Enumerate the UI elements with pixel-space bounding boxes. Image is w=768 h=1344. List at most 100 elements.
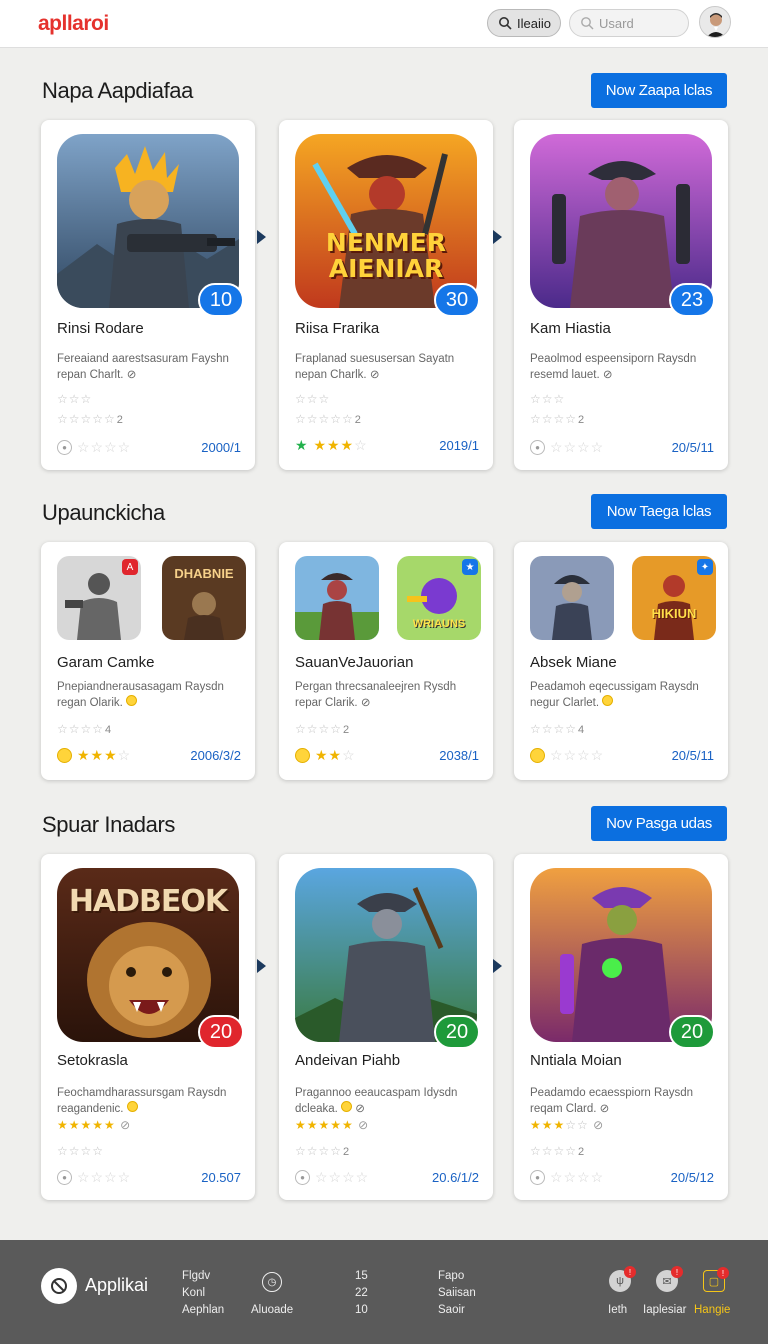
game-art xyxy=(57,134,239,308)
coin-icon xyxy=(57,747,72,763)
carousel-next-arrow[interactable] xyxy=(257,230,266,244)
game-description: Peaolmod espeensiporn Raysdn resemd laue… xyxy=(530,353,697,381)
card-meta-row: ★★☆ 2038/1 xyxy=(295,746,479,764)
coin-icon xyxy=(602,695,614,706)
game-card[interactable]: 20 Andeivan Piahb Pragannoo eeaucaspam I… xyxy=(279,854,493,1200)
footer-link[interactable]: Saiisan xyxy=(438,1285,476,1302)
score-badge: 23 xyxy=(669,283,715,317)
game-title: Rinsi Rodare xyxy=(57,320,144,337)
footer: Applikai Flgdv Konl Aephlan ◷ Aluoade 15… xyxy=(0,1240,768,1344)
star-rating: ☆☆☆☆2 xyxy=(530,1144,585,1158)
game-card[interactable]: 23 Kam Hiastia Peaolmod espeensiporn Ray… xyxy=(514,120,728,470)
section-more-button[interactable]: Nov Pasga udas xyxy=(591,806,727,841)
score-badge: 20 xyxy=(669,1015,715,1049)
card-meta-row: ● ☆☆☆☆ 20/5/11 xyxy=(530,438,714,456)
user-rating-stars: ★★☆ xyxy=(315,746,356,763)
release-year: 20/5/11 xyxy=(671,439,714,455)
game-card[interactable]: 20 Nntiala Moian Peadamdo ecaesspiorn Ra… xyxy=(514,854,728,1200)
game-title: Absek Miane xyxy=(530,654,617,671)
header-pill-button[interactable]: Ileaiio xyxy=(487,9,561,37)
star-rating: ☆☆☆☆☆2 xyxy=(295,412,361,426)
carousel-next-arrow[interactable] xyxy=(493,959,502,973)
chat-icon[interactable]: ✉! xyxy=(656,1266,683,1292)
footer-link[interactable]: Konl xyxy=(182,1285,224,1302)
footer-link[interactable]: Flgdv xyxy=(182,1268,224,1285)
link-icon: ⊘ xyxy=(126,369,137,381)
user-rating-stars: ☆☆☆☆ xyxy=(550,438,605,455)
game-thumbnail: DHABNIE xyxy=(162,556,246,640)
footer-links-col3: Fapo Saiisan Saoir xyxy=(438,1268,476,1319)
app-logo[interactable]: apllaroi xyxy=(38,12,109,36)
notification-dot: ! xyxy=(671,1266,683,1278)
game-card[interactable]: ✦ HIKIUN Absek Miane Peadamoh eqecussiga… xyxy=(514,542,728,780)
game-card[interactable]: HADBEOK 20 Setokrasla Feochamdharassursg… xyxy=(41,854,255,1200)
search-icon xyxy=(499,17,512,30)
star-rating: ☆☆☆☆2 xyxy=(295,722,350,736)
card-meta-row: ★ ★★★☆ 2019/1 xyxy=(295,436,479,454)
star-rating-small: ☆☆☆ xyxy=(295,392,331,406)
game-title: SauanVeJauorian xyxy=(295,654,414,671)
avatar[interactable] xyxy=(699,6,731,38)
footer-count: 22 xyxy=(355,1287,368,1299)
search-input[interactable]: Usard xyxy=(569,9,689,37)
game-art xyxy=(530,134,712,308)
footer-count: 10 xyxy=(355,1304,368,1316)
game-card[interactable]: 10 Rinsi Rodare Fereaiand aarestsasuram … xyxy=(41,120,255,470)
star-rating: ☆☆☆☆2 xyxy=(295,1144,350,1158)
star-rating-gold: ★★★☆☆ ⊘ xyxy=(530,1118,605,1132)
user-rating-stars: ★★★☆ xyxy=(77,746,132,763)
star-rating-small: ☆☆☆ xyxy=(530,392,566,406)
score-badge: 20 xyxy=(434,1015,480,1049)
link-icon: ⊘ xyxy=(602,369,613,381)
search-icon xyxy=(581,17,594,30)
game-card[interactable]: ★ WRIAUNS SauanVeJauorian Pergan threcsa… xyxy=(279,542,493,780)
footer-link[interactable]: Aephlan xyxy=(182,1302,224,1319)
carousel-next-arrow[interactable] xyxy=(257,959,266,973)
section-more-button[interactable]: Now Zaapa lclas xyxy=(591,73,727,108)
game-thumbnail: ✦ HIKIUN xyxy=(632,556,716,640)
coin-icon xyxy=(126,1101,138,1112)
coin-icon xyxy=(341,1101,353,1112)
notification-dot: ! xyxy=(717,1267,729,1279)
section-more-button[interactable]: Now Taega lclas xyxy=(591,494,727,529)
user-rating-stars: ☆☆☆☆ xyxy=(550,746,605,763)
card-meta-row: ★★★☆ 2006/3/2 xyxy=(57,746,241,764)
footer-mid-label[interactable]: Aluoade xyxy=(251,1304,293,1316)
app-store-badge: ✦ xyxy=(697,559,713,575)
footer-brand: Applikai xyxy=(85,1275,149,1295)
section-title: Napa Aapdiafaa xyxy=(42,78,193,103)
clock-icon[interactable]: ◷ xyxy=(262,1272,282,1292)
game-logo-text: NENMER AIENIAR xyxy=(325,228,447,283)
star-rating: ☆☆☆☆☆2 xyxy=(57,412,123,426)
coin-icon xyxy=(530,747,545,763)
release-year: 2006/3/2 xyxy=(190,747,241,763)
app-store-badge: ★ xyxy=(462,559,478,575)
release-year: 20/5/11 xyxy=(671,747,714,763)
game-title: Setokrasla xyxy=(57,1052,128,1069)
game-title: Riisa Frarika xyxy=(295,320,380,337)
game-thumbnail xyxy=(295,556,379,640)
game-description: Feochamdharassursgam Raysdn reagandenic. xyxy=(57,1087,227,1115)
release-year: 20/5/12 xyxy=(670,1169,714,1185)
star-rating: ☆☆☆☆ xyxy=(57,1144,105,1158)
user-avatar-icon xyxy=(700,7,730,37)
footer-link[interactable]: Saoir xyxy=(438,1302,476,1319)
store-icon[interactable]: ▢! xyxy=(703,1267,729,1292)
release-year: 2019/1 xyxy=(439,437,479,453)
footer-count: 15 xyxy=(355,1270,368,1282)
section-title: Upaunckicha xyxy=(42,500,165,525)
card-meta-row: ● ☆☆☆☆ 20.507 xyxy=(57,1168,241,1186)
star-rating-small: ☆☆☆ xyxy=(57,392,93,406)
rating-icon: ● xyxy=(530,1169,545,1185)
notification-icon[interactable]: ψ! xyxy=(609,1266,636,1292)
game-card[interactable]: A DHABNIE Garam Camke Pnepiandnerausasag… xyxy=(41,542,255,780)
game-card[interactable]: NENMER AIENIAR 30 Riisa Frarika Fraplana… xyxy=(279,120,493,470)
link-icon: ⊘ xyxy=(360,697,371,709)
carousel-next-arrow[interactable] xyxy=(493,230,502,244)
game-title: Garam Camke xyxy=(57,654,155,671)
footer-logo-icon[interactable] xyxy=(41,1268,77,1304)
star-rating-gold: ★★★★★ ⊘ xyxy=(295,1118,370,1132)
card-meta-row: ● ☆☆☆☆ 2000/1 xyxy=(57,438,241,456)
user-rating-stars: ☆☆☆☆ xyxy=(77,1168,132,1185)
footer-link[interactable]: Fapo xyxy=(438,1268,476,1285)
